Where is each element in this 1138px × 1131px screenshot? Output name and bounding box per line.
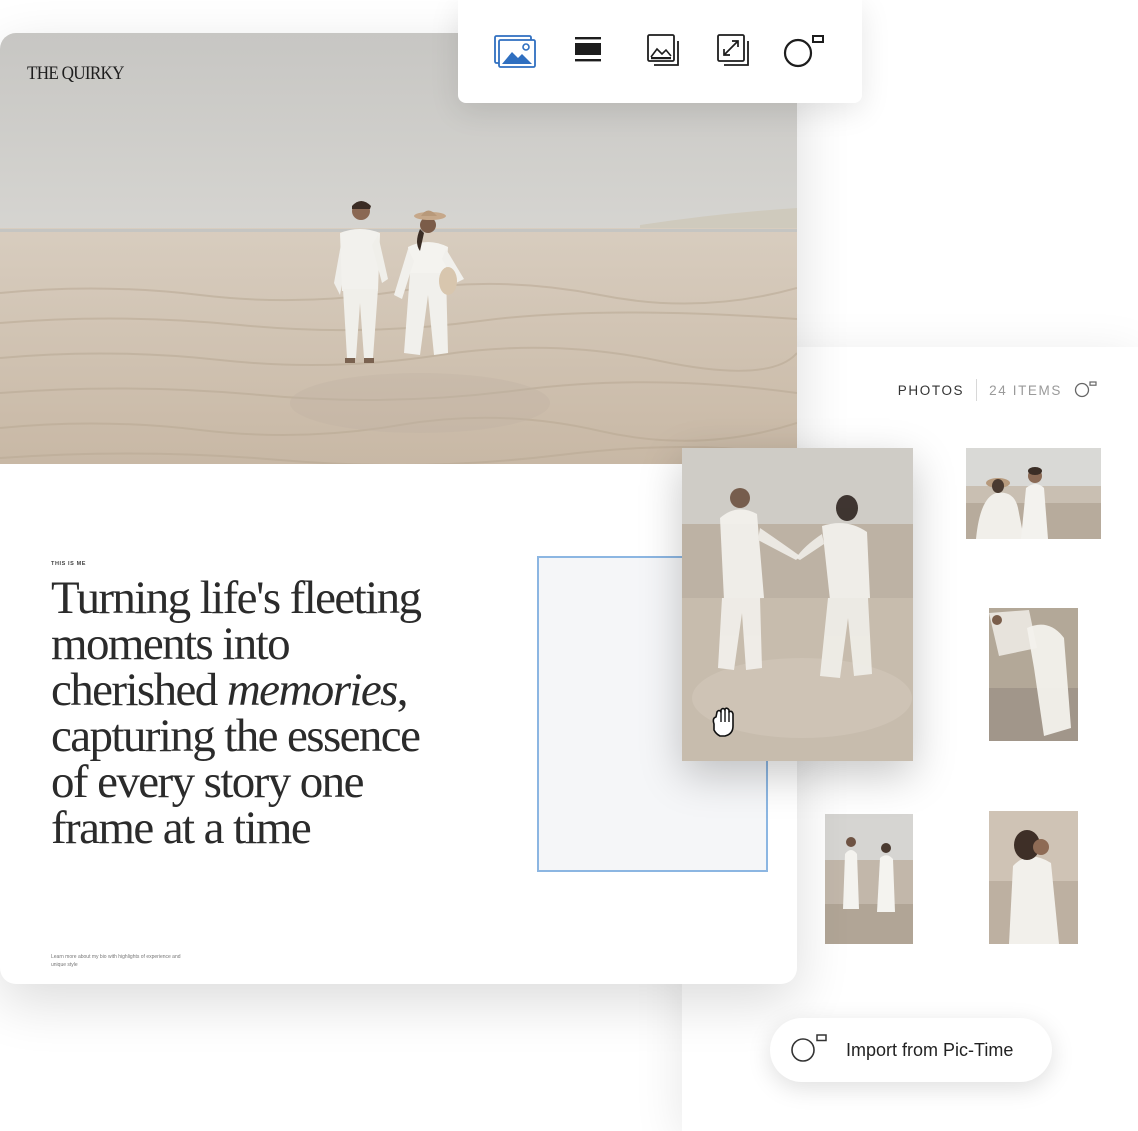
banner-icon[interactable] <box>566 33 610 69</box>
headline-line: frame at a time <box>51 802 312 854</box>
dragged-photo[interactable] <box>682 448 913 761</box>
headline-text: cherished <box>51 664 227 716</box>
items-count: 24 ITEMS <box>989 382 1062 398</box>
pic-time-icon <box>790 1033 828 1068</box>
page-headline: Turning life's fleeting moments into che… <box>51 572 521 854</box>
image-stack-icon[interactable] <box>640 33 684 69</box>
brand-logo: THE QUIRKY <box>27 63 125 84</box>
gallery-image-icon[interactable] <box>493 33 537 69</box>
headline-line: capturing the essence <box>51 710 421 762</box>
photo-thumbnail[interactable] <box>989 811 1078 944</box>
headline-line: Turning life's fleeting <box>51 572 422 624</box>
photos-panel-header: PHOTOS 24 ITEMS <box>898 379 1098 401</box>
headline-emphasis: memories <box>226 664 399 716</box>
header-divider <box>976 379 978 401</box>
photo-thumbnail[interactable] <box>966 448 1101 539</box>
resize-image-icon[interactable] <box>710 33 754 69</box>
pic-time-icon[interactable] <box>1074 380 1098 401</box>
photos-label: PHOTOS <box>897 382 965 398</box>
headline-line: moments into <box>51 618 291 670</box>
import-button-label: Import from Pic-Time <box>846 1039 1014 1060</box>
headline-punct: , <box>396 664 409 716</box>
photo-thumbnail[interactable] <box>825 814 913 944</box>
photo-thumbnail[interactable] <box>989 608 1078 741</box>
import-from-pic-time-button[interactable]: Import from Pic-Time <box>770 1018 1052 1082</box>
headline-line: of every story one <box>51 756 364 808</box>
block-toolbar <box>458 0 862 103</box>
bio-footnote: Learn more about my bio with highlights … <box>51 954 181 968</box>
grab-cursor-icon <box>708 706 740 745</box>
section-eyebrow: THIS IS ME <box>51 561 87 567</box>
pic-time-icon[interactable] <box>782 33 826 69</box>
headline-line: cherished memories, <box>51 664 521 716</box>
